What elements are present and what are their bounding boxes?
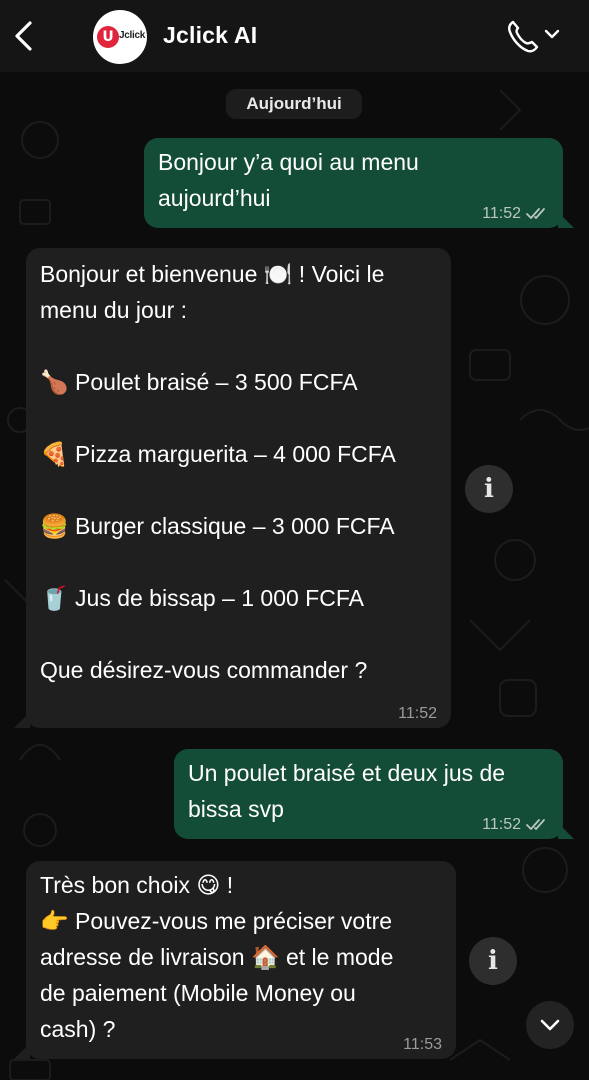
message-time: 11:53: [403, 1036, 442, 1053]
message-time: 11:52: [482, 205, 521, 222]
message-meta: 11:52: [482, 204, 549, 224]
message-meta: 11:52: [482, 815, 549, 835]
message-time: 11:52: [482, 816, 521, 833]
message-text: Bonjour et bienvenue 🍽️ ! Voici le menu …: [40, 261, 396, 683]
bubble-tail: [558, 212, 574, 228]
chat-header: U Jclick Jclick AI: [0, 0, 589, 72]
message-text: Très bon choix 😋 ! 👉 Pouvez-vous me préc…: [40, 872, 394, 1042]
info-button[interactable]: i: [469, 937, 517, 985]
chevron-down-icon: [544, 29, 560, 39]
incoming-message[interactable]: Très bon choix 😋 ! 👉 Pouvez-vous me préc…: [26, 861, 456, 1059]
incoming-message[interactable]: Bonjour et bienvenue 🍽️ ! Voici le menu …: [26, 248, 451, 728]
bubble-tail: [14, 712, 30, 728]
chevron-left-icon: [15, 21, 32, 51]
avatar-logo-text: Jclick: [119, 30, 146, 41]
message-meta: 11:53: [403, 1035, 442, 1055]
info-icon: i: [488, 946, 498, 976]
bubble-tail: [558, 823, 574, 839]
avatar[interactable]: U Jclick: [93, 10, 147, 64]
call-button[interactable]: [503, 16, 563, 56]
message-meta: 11:52: [398, 704, 437, 724]
back-button[interactable]: [6, 14, 42, 58]
phone-icon: [508, 20, 560, 53]
date-separator: Aujourd’hui: [226, 89, 362, 119]
double-check-icon: [526, 819, 545, 830]
chevron-down-icon: [540, 1019, 560, 1031]
message-time: 11:52: [398, 705, 437, 722]
jclick-logo-icon: U: [97, 26, 119, 48]
info-button[interactable]: i: [465, 465, 513, 513]
double-check-icon: [526, 208, 545, 219]
outgoing-message[interactable]: Un poulet braisé et deux jus de bissa sv…: [174, 749, 563, 839]
contact-name[interactable]: Jclick AI: [163, 22, 257, 49]
scroll-to-bottom-button[interactable]: [526, 1001, 574, 1049]
outgoing-message[interactable]: Bonjour y’a quoi au menu aujourd’hui 11:…: [144, 138, 563, 228]
info-icon: i: [484, 474, 494, 504]
bubble-tail: [14, 1043, 30, 1059]
